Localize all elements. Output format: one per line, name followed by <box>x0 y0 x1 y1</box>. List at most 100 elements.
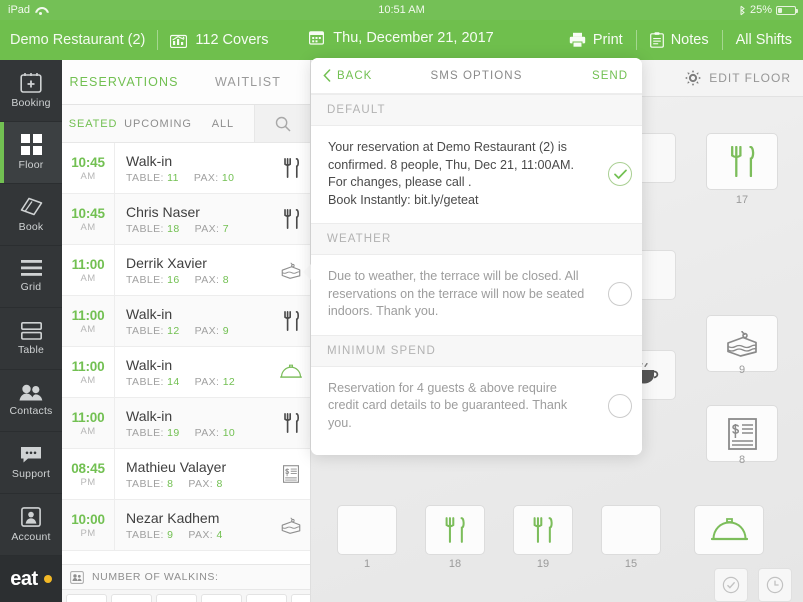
status-bar-right: 25% <box>739 4 798 16</box>
reservation-row[interactable]: 11:00 AM Walk-in TABLE: 14 PAX: 12 <box>62 346 310 398</box>
reservation-row[interactable]: 11:00 AM Walk-in TABLE: 12 PAX: 9 <box>62 295 310 347</box>
sidebar-item-label: Grid <box>20 281 42 293</box>
walkin-number-button[interactable]: 9 <box>111 594 152 602</box>
book-icon <box>20 197 42 215</box>
walkin-number-button[interactable]: 8 <box>66 594 107 602</box>
reservation-row[interactable]: 10:45 AM Chris Naser TABLE: 18 PAX: 7 <box>62 193 310 245</box>
sidebar-item-grid[interactable]: Grid <box>0 246 62 308</box>
reservation-status-icon[interactable] <box>272 158 310 178</box>
walkin-number-button[interactable]: 13 <box>291 594 310 602</box>
floor-mini-check-button[interactable] <box>714 568 748 602</box>
sidebar-item-contacts[interactable]: Contacts <box>0 370 62 432</box>
floor-table-18[interactable] <box>425 505 485 555</box>
reservation-status-icon[interactable] <box>272 364 310 380</box>
sms-option-row[interactable]: Your reservation at Demo Restaurant (2) … <box>311 126 642 223</box>
sms-option-text: Reservation for 4 guests & above require… <box>328 380 568 430</box>
subtab-seated[interactable]: SEATED <box>62 105 124 142</box>
reservation-details: Walk-in TABLE: 11 PAX: 10 <box>114 143 272 194</box>
date-picker-button[interactable]: Thu, December 21, 2017 <box>309 30 494 46</box>
tab-reservations[interactable]: RESERVATIONS <box>62 60 186 104</box>
walkin-number-button[interactable]: 11 <box>201 594 242 602</box>
all-shifts-label: All Shifts <box>735 32 792 48</box>
calendar-icon <box>309 31 325 45</box>
reservation-pax: PAX: 4 <box>188 528 223 541</box>
all-shifts-button[interactable]: All Shifts <box>725 29 803 51</box>
sidebar-item-support[interactable]: Support <box>0 432 62 494</box>
reservation-row[interactable]: 10:45 AM Walk-in TABLE: 11 PAX: 10 <box>62 143 310 194</box>
floor-table-cloche[interactable] <box>694 505 764 555</box>
reservation-row[interactable]: 11:00 AM Walk-in TABLE: 19 PAX: 10 <box>62 397 310 449</box>
battery-percent: 25% <box>749 4 772 16</box>
people-icon <box>19 384 43 401</box>
reservation-time-meridiem: AM <box>80 323 96 335</box>
floor-table-15[interactable] <box>601 505 661 555</box>
reservation-status-icon[interactable] <box>272 465 310 483</box>
tab-waitlist[interactable]: WAITLIST <box>186 60 310 104</box>
reservation-time-value: 10:45 <box>71 154 105 170</box>
notes-button[interactable]: Notes <box>639 29 720 51</box>
reservation-row[interactable]: 10:00 PM Nezar Kadhem TABLE: 9 PAX: 4 <box>62 499 310 551</box>
reservation-status-icon[interactable] <box>272 413 310 433</box>
covers-button[interactable]: 112 Covers <box>170 32 268 48</box>
reservation-status-icon[interactable] <box>272 311 310 331</box>
walkin-number-button[interactable]: 10 <box>156 594 197 602</box>
reservation-details: Derrik Xavier TABLE: 16 PAX: 8 <box>114 244 272 296</box>
subtab-all[interactable]: ALL <box>192 105 254 142</box>
reservation-details: Walk-in TABLE: 12 PAX: 9 <box>114 295 272 347</box>
reservation-status-icon[interactable] <box>272 209 310 229</box>
restaurant-name[interactable]: Demo Restaurant (2) <box>10 32 145 48</box>
reservation-status-icon[interactable] <box>272 517 310 534</box>
sidebar-item-floor[interactable]: Floor <box>0 122 62 184</box>
sms-option-radio[interactable] <box>598 282 642 307</box>
floor-table-17[interactable] <box>706 133 778 190</box>
cutlery-icon <box>283 209 299 229</box>
sms-option-row[interactable]: Due to weather, the terrace will be clos… <box>311 255 642 335</box>
reservation-pax: PAX: 7 <box>194 222 229 235</box>
reservation-guest-name: Walk-in <box>126 356 173 373</box>
sms-group-header: MINIMUM SPEND <box>311 334 642 367</box>
sms-option-row[interactable]: Reservation for 4 guests & above require… <box>311 366 642 446</box>
sidebar-item-booking[interactable]: Booking <box>0 60 62 122</box>
reservation-guest-name: Mathieu Valayer <box>126 458 227 475</box>
reservation-guest-name: Chris Naser <box>126 203 200 220</box>
reservation-time: 10:00 PM <box>62 512 114 539</box>
reservation-time: 10:45 AM <box>62 206 114 233</box>
print-button[interactable]: Print <box>558 29 634 51</box>
reservation-guest-name: Walk-in <box>126 152 173 169</box>
panel-subtabs: SEATED UPCOMING ALL <box>62 105 311 143</box>
reservation-details: Chris Naser TABLE: 18 PAX: 7 <box>114 193 272 245</box>
sheet-footer <box>311 446 642 455</box>
account-card-icon <box>21 506 41 527</box>
sms-option-groups: DEFAULT Your reservation at Demo Restaura… <box>311 94 642 446</box>
reservation-meta: TABLE: 14 PAX: 12 <box>126 375 236 388</box>
subtab-upcoming[interactable]: UPCOMING <box>124 105 192 142</box>
sidebar: Booking Floor Book Grid Table Contacts S… <box>0 60 62 602</box>
reservation-row[interactable]: 11:00 AM Derrik Xavier TABLE: 16 PAX: 8 <box>62 244 310 296</box>
sms-option-radio[interactable] <box>598 393 642 418</box>
floor-table-19[interactable] <box>513 505 573 555</box>
ios-status-bar: iPad 10:51 AM 25% <box>0 0 803 20</box>
floor-table-1[interactable] <box>337 505 397 555</box>
sidebar-item-book[interactable]: Book <box>0 184 62 246</box>
edit-floor-label[interactable]: EDIT FLOOR <box>709 71 791 85</box>
send-button[interactable]: SEND <box>592 70 628 82</box>
check-icon <box>613 169 627 179</box>
floor-mini-clock-button[interactable] <box>758 568 792 602</box>
sms-option-radio[interactable] <box>598 162 642 186</box>
reservation-table-number: 18 <box>167 222 180 235</box>
sidebar-item-table[interactable]: Table <box>0 308 62 370</box>
reservation-time-value: 11:00 <box>71 307 105 323</box>
reservation-table-number: 16 <box>167 273 180 286</box>
search-button[interactable] <box>254 105 311 142</box>
sms-option-text: Due to weather, the terrace will be clos… <box>328 269 585 318</box>
bill-icon <box>283 465 299 483</box>
reservation-meta: TABLE: 12 PAX: 9 <box>126 324 229 337</box>
cutlery-icon <box>283 158 299 178</box>
sidebar-item-label: Contacts <box>9 405 53 417</box>
bill-icon <box>727 417 757 450</box>
reservation-time-value: 11:00 <box>71 256 105 272</box>
reservation-guest-name: Nezar Kadhem <box>126 509 220 526</box>
sidebar-item-account[interactable]: Account <box>0 494 62 556</box>
reservation-row[interactable]: 08:45 PM Mathieu Valayer TABLE: 8 PAX: 8 <box>62 448 310 500</box>
walkin-number-button[interactable]: 12 <box>246 594 287 602</box>
